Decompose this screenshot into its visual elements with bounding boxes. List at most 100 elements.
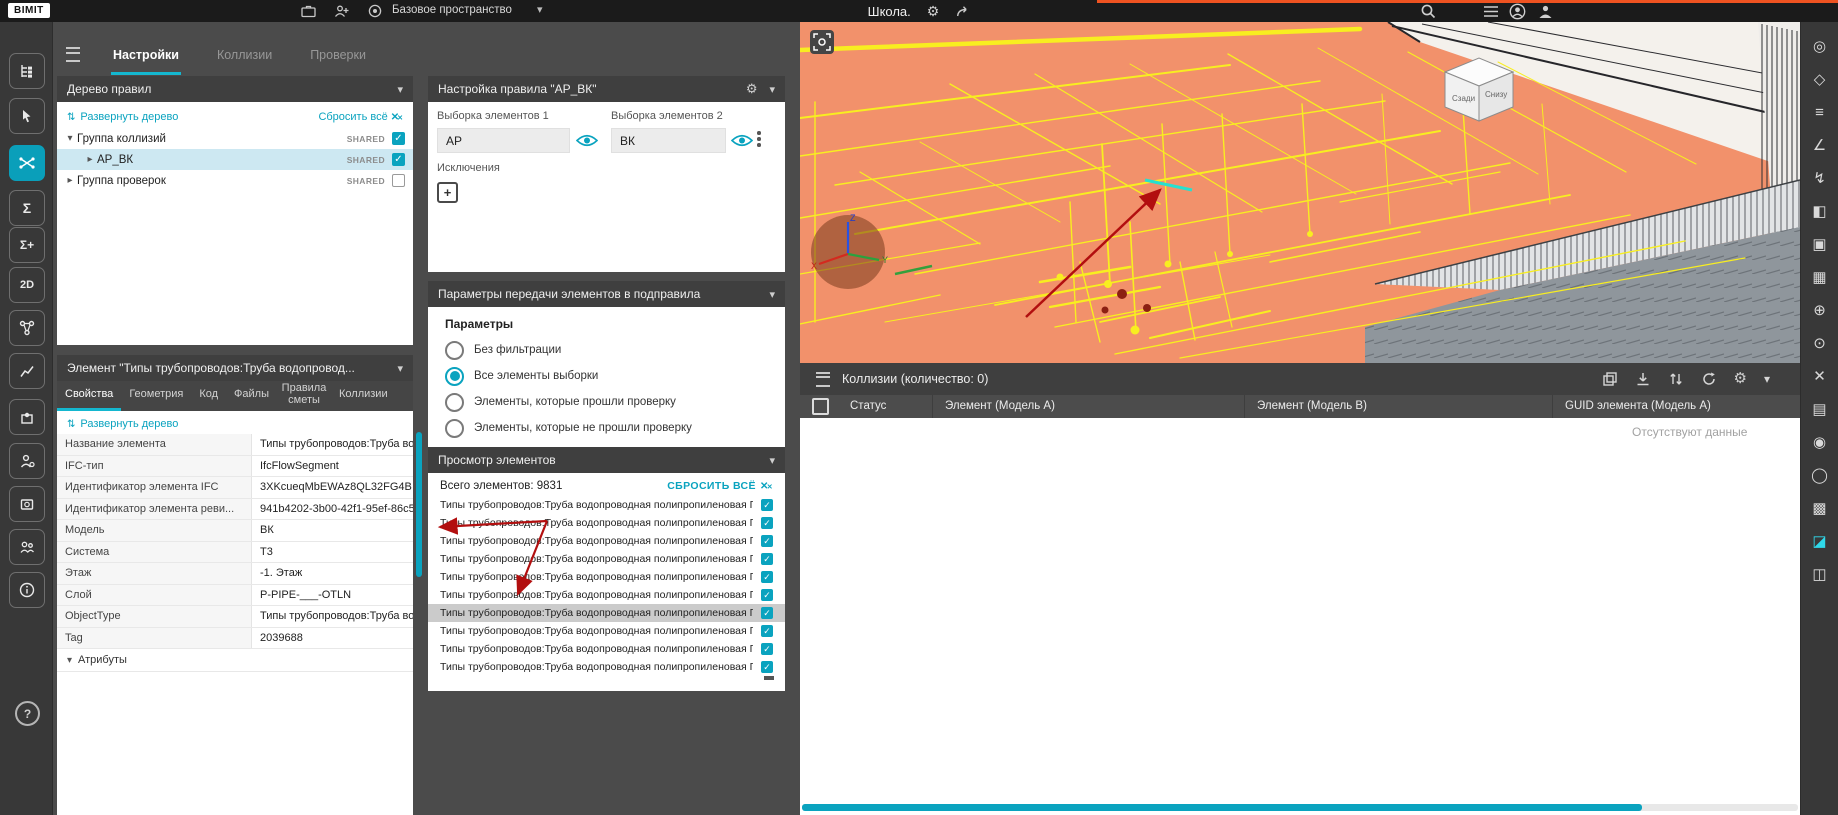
element-tab-files[interactable]: Файлы (226, 381, 277, 411)
user-icon[interactable] (1536, 3, 1554, 19)
element-checkbox[interactable]: ✓ (761, 661, 773, 673)
property-value[interactable]: ВК (252, 520, 413, 541)
element-checkbox[interactable]: ✓ (761, 553, 773, 565)
property-value[interactable]: 941b4202-3b00-42f1-95ef-86c5b... (252, 499, 413, 520)
shared-checkbox[interactable] (392, 174, 405, 187)
tab-collisions[interactable]: Коллизии (215, 37, 274, 75)
element-checkbox[interactable]: ✓ (761, 589, 773, 601)
element-list-scrollbar[interactable] (764, 676, 774, 680)
reset-all-link[interactable]: Сбросить всё ✕✕ (318, 111, 403, 123)
panel-menu-icon[interactable] (66, 47, 80, 62)
filter-option[interactable]: Элементы, которые прошли проверку (428, 389, 785, 415)
grid-icon[interactable]: ▦ (1807, 266, 1833, 290)
search-icon[interactable] (1419, 3, 1437, 19)
chevron-down-icon[interactable]: ▾ (1764, 372, 1770, 386)
layers-icon[interactable]: ≡ (1807, 101, 1833, 125)
selection2-input[interactable]: ВК (611, 128, 726, 153)
sum-tool[interactable]: Σ (9, 190, 45, 226)
add-exclusion-button[interactable]: + (437, 182, 458, 203)
tab-checks[interactable]: Проверки (308, 37, 368, 75)
rule-gear-icon[interactable]: ⚙ (746, 81, 758, 97)
rules-tree-header[interactable]: Дерево правил ▾ (57, 76, 413, 102)
structure-icon[interactable]: ▤ (1807, 398, 1833, 422)
property-value[interactable]: Т3 (252, 542, 413, 563)
sum-plus-tool[interactable]: Σ+ (9, 227, 45, 263)
camera-icon[interactable]: ◫ (1807, 563, 1833, 587)
clash-icon[interactable]: ↯ (1807, 167, 1833, 191)
sort-icon[interactable] (1668, 371, 1684, 387)
expand-tree-icon[interactable]: ⇅ (67, 419, 75, 430)
element-checkbox[interactable]: ✓ (761, 571, 773, 583)
tree-item[interactable]: ▾Группа коллизийSHARED✓ (57, 128, 413, 149)
element-list-item[interactable]: Типы трубопроводов:Труба водопроводная п… (428, 658, 785, 676)
element-list-item[interactable]: Типы трубопроводов:Труба водопроводная п… (428, 586, 785, 604)
collision-column-3[interactable]: Элемент (Модель B) (1244, 395, 1552, 418)
elements-preview-header[interactable]: Просмотр элементов ▾ (428, 447, 785, 473)
eye-icon[interactable] (576, 133, 598, 148)
radio-icon[interactable] (445, 419, 464, 438)
plugins-tool[interactable] (9, 399, 45, 435)
element-tab-code[interactable]: Код (191, 381, 226, 411)
collapse-icon[interactable]: ▾ (769, 288, 775, 301)
element-list-item[interactable]: Типы трубопроводов:Труба водопроводная п… (428, 640, 785, 658)
element-checkbox[interactable]: ✓ (761, 643, 773, 655)
user-settings-tool[interactable] (9, 443, 45, 479)
select-tool[interactable] (9, 98, 45, 134)
menu-list-icon[interactable] (1482, 3, 1500, 19)
property-value[interactable]: P-PIPE-___-OTLN (252, 585, 413, 606)
chart-tool[interactable] (9, 353, 45, 389)
copy-icon[interactable] (1602, 371, 1618, 387)
radio-icon[interactable] (445, 393, 464, 412)
shared-checkbox[interactable]: ✓ (392, 132, 405, 145)
toolbox-icon[interactable] (299, 3, 317, 19)
graph-tool[interactable] (9, 310, 45, 346)
expand-tree-link[interactable]: Развернуть дерево (80, 111, 178, 123)
select-all-checkbox[interactable] (812, 398, 829, 415)
info-tool[interactable] (9, 572, 45, 608)
project-settings-icon[interactable]: ⚙ (927, 4, 940, 18)
expand-tree-link[interactable]: Развернуть дерево (80, 418, 178, 430)
element-list-item[interactable]: Типы трубопроводов:Труба водопроводная п… (428, 622, 785, 640)
2d-view-tool[interactable]: 2D (9, 267, 45, 303)
collision-rules-tool[interactable] (9, 145, 45, 181)
collisions-table-body[interactable]: Отсутствуют данные (800, 418, 1800, 815)
property-value[interactable]: 2039688 (252, 628, 413, 649)
collapse-icon[interactable]: ▾ (769, 454, 775, 467)
access-tool[interactable] (9, 486, 45, 522)
radio-icon[interactable] (445, 367, 464, 386)
element-tab-geometry[interactable]: Геометрия (121, 381, 191, 411)
section-icon[interactable]: ◧ (1807, 200, 1833, 224)
collision-column-2[interactable]: Элемент (Модель А) (932, 395, 1244, 418)
help-button[interactable]: ? (15, 701, 40, 726)
element-checkbox[interactable]: ✓ (761, 517, 773, 529)
tree-item[interactable]: ▸Группа проверокSHARED (57, 170, 413, 191)
collapse-icon[interactable]: ▾ (397, 83, 403, 96)
more-options-icon[interactable] (757, 131, 761, 147)
space-icon[interactable] (366, 3, 384, 19)
element-checkbox[interactable]: ✓ (761, 535, 773, 547)
account-circle-icon[interactable] (1508, 3, 1526, 19)
selection1-input[interactable]: АР (437, 128, 570, 153)
element-tab-estimate-rules[interactable]: Правила сметы (277, 381, 331, 411)
download-icon[interactable] (1635, 371, 1651, 387)
transfer-params-header[interactable]: Параметры передачи элементов в подправил… (428, 281, 785, 307)
element-checkbox[interactable]: ✓ (761, 499, 773, 511)
element-list-item[interactable]: Типы трубопроводов:Труба водопроводная п… (428, 604, 785, 622)
clip-icon[interactable]: ✕ (1807, 365, 1833, 389)
attributes-section[interactable]: ▾ Атрибуты (57, 649, 413, 672)
users-tool[interactable] (9, 529, 45, 565)
element-list-item[interactable]: Типы трубопроводов:Труба водопроводная п… (428, 532, 785, 550)
element-list-item[interactable]: Типы трубопроводов:Труба водопроводная п… (428, 568, 785, 586)
filter-option[interactable]: Элементы, которые не прошли проверку (428, 415, 785, 441)
focus-icon[interactable]: ⊙ (1807, 332, 1833, 356)
expand-tree-icon[interactable]: ⇅ (67, 112, 75, 123)
element-list-item[interactable]: Типы трубопроводов:Труба водопроводная п… (428, 496, 785, 514)
capture-view-icon[interactable] (810, 30, 834, 54)
add-user-icon[interactable] (333, 3, 351, 19)
tab-settings[interactable]: Настройки (111, 37, 181, 75)
target-icon[interactable]: ⊕ (1807, 299, 1833, 323)
model-tree-tool[interactable] (9, 53, 45, 89)
chevron-down-icon[interactable]: ▾ (537, 3, 543, 16)
collisions-menu-icon[interactable] (816, 372, 830, 387)
element-list-item[interactable]: Типы трубопроводов:Труба водопроводная п… (428, 514, 785, 532)
